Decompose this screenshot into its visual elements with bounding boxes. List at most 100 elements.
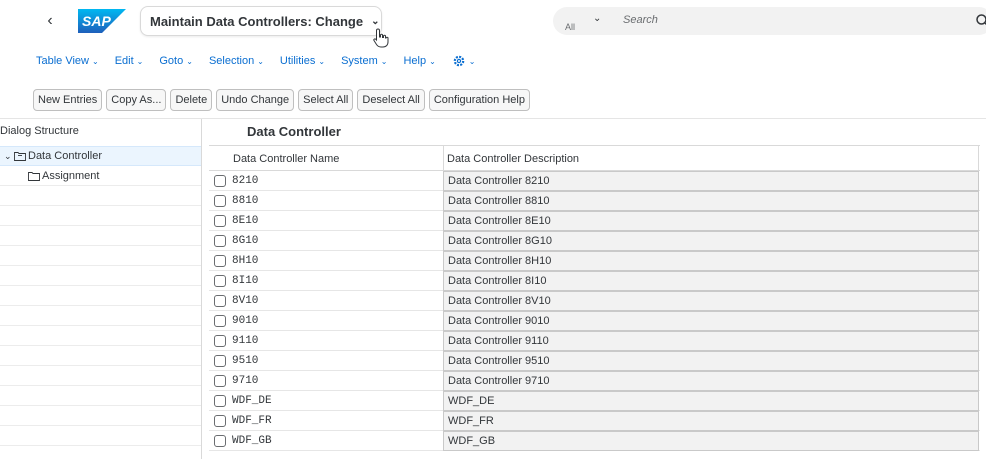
controller-description-input[interactable]: Data Controller 9510 — [443, 351, 979, 371]
row-select-checkbox[interactable] — [214, 375, 226, 387]
row-select-checkbox[interactable] — [214, 195, 226, 207]
tree-node-data-controller[interactable]: ⌄ Data Controller — [0, 146, 201, 166]
new-entries-button[interactable]: New Entries — [33, 89, 103, 111]
menu-utilities[interactable]: Utilities ⌄ — [280, 55, 325, 67]
table-row[interactable]: 9710 Data Controller 9710 — [209, 371, 980, 391]
controller-name: 8810 — [232, 195, 259, 207]
row-select-checkbox[interactable] — [214, 175, 226, 187]
search-icon[interactable] — [975, 13, 986, 29]
row-select-checkbox[interactable] — [214, 315, 226, 327]
empty-row — [0, 306, 201, 326]
empty-row — [0, 226, 201, 246]
table-row[interactable]: 8G10 Data Controller 8G10 — [209, 231, 980, 251]
search-field[interactable]: All ⌄ Search — [553, 7, 986, 35]
table-row[interactable]: 9110 Data Controller 9110 — [209, 331, 980, 351]
table-row[interactable]: 8210 Data Controller 8210 — [209, 171, 980, 191]
controller-description-input[interactable]: WDF_DE — [443, 391, 979, 411]
table-row[interactable]: WDF_GB WDF_GB — [209, 431, 980, 451]
controller-description-input[interactable]: Data Controller 8V10 — [443, 291, 979, 311]
copy-as-button[interactable]: Copy As... — [106, 89, 167, 111]
controller-description-input[interactable]: Data Controller 9710 — [443, 371, 979, 391]
empty-row — [0, 206, 201, 226]
select-all-button[interactable]: Select All — [298, 89, 354, 111]
controller-name: 8E10 — [232, 215, 259, 227]
controller-name: 9510 — [232, 355, 259, 367]
chevron-down-icon: ⌄ — [257, 56, 264, 66]
column-header-name[interactable]: Data Controller Name — [233, 153, 339, 165]
tree-node-assignment[interactable]: Assignment — [0, 166, 201, 186]
row-select-checkbox[interactable] — [214, 395, 226, 407]
row-select-checkbox[interactable] — [214, 415, 226, 427]
deselect-all-button[interactable]: Deselect All — [357, 89, 425, 111]
empty-row — [0, 266, 201, 286]
hand-cursor-icon — [373, 28, 389, 48]
row-select-checkbox[interactable] — [214, 295, 226, 307]
controller-name: WDF_DE — [232, 395, 272, 407]
controller-description-input[interactable]: Data Controller 8810 — [443, 191, 979, 211]
table-row[interactable]: 8E10 Data Controller 8E10 — [209, 211, 980, 231]
shell-bar: ‹ SAP Maintain Data Controllers: Change … — [0, 0, 986, 48]
row-select-checkbox[interactable] — [214, 275, 226, 287]
controller-description-input[interactable]: WDF_GB — [443, 431, 979, 451]
menu-bar: Table View ⌄ Edit ⌄ Goto ⌄ Selection ⌄ Utili… — [28, 50, 483, 72]
tree-node-label: Data Controller — [28, 150, 102, 162]
controller-name: 8G10 — [232, 235, 259, 247]
sap-logo[interactable]: SAP — [78, 9, 126, 33]
controller-description-input[interactable]: Data Controller 9010 — [443, 311, 979, 331]
row-select-checkbox[interactable] — [214, 435, 226, 447]
table-row[interactable]: 8I10 Data Controller 8I10 — [209, 271, 980, 291]
row-select-checkbox[interactable] — [214, 235, 226, 247]
table-row[interactable]: 8V10 Data Controller 8V10 — [209, 291, 980, 311]
menu-system[interactable]: System ⌄ — [341, 55, 387, 67]
table-row[interactable]: WDF_DE WDF_DE — [209, 391, 980, 411]
empty-row — [0, 346, 201, 366]
chevron-down-icon: ⌄ — [429, 56, 436, 66]
table-row[interactable]: WDF_FR WDF_FR — [209, 411, 980, 431]
tree-node-label: Assignment — [42, 169, 100, 182]
menu-table-view[interactable]: Table View ⌄ — [36, 55, 99, 67]
chevron-down-icon: ⌄ — [318, 56, 326, 66]
controller-name: 8I10 — [232, 275, 259, 287]
menu-selection[interactable]: Selection ⌄ — [209, 55, 264, 67]
toolbar: New Entries Copy As... Delete Undo Chang… — [33, 89, 530, 111]
row-select-checkbox[interactable] — [214, 255, 226, 267]
search-scope[interactable]: All — [565, 22, 575, 32]
search-placeholder[interactable]: Search — [623, 14, 658, 26]
chevron-down-icon[interactable]: ⌄ — [593, 13, 601, 24]
row-select-checkbox[interactable] — [214, 355, 226, 367]
delete-button[interactable]: Delete — [170, 89, 213, 111]
controller-description-input[interactable]: Data Controller 8210 — [443, 171, 979, 191]
chevron-down-icon: ⌄ — [380, 56, 388, 66]
row-select-checkbox[interactable] — [214, 215, 226, 227]
menu-goto[interactable]: Goto ⌄ — [159, 55, 193, 67]
controller-description-input[interactable]: Data Controller 8G10 — [443, 231, 979, 251]
column-header-description[interactable]: Data Controller Description — [447, 153, 579, 165]
controller-name: 9710 — [232, 375, 259, 387]
controller-description-input[interactable]: WDF_FR — [443, 411, 979, 431]
controller-description-input[interactable]: Data Controller 8I10 — [443, 271, 979, 291]
app-title-menu[interactable]: Maintain Data Controllers: Change ⌄ — [140, 6, 382, 36]
empty-row — [0, 366, 201, 386]
row-select-checkbox[interactable] — [214, 335, 226, 347]
table-row[interactable]: 8810 Data Controller 8810 — [209, 191, 980, 211]
controller-name: 9110 — [232, 335, 259, 347]
controller-name: 8210 — [232, 175, 259, 187]
back-button[interactable]: ‹ — [42, 11, 58, 31]
controller-name: WDF_GB — [232, 435, 272, 447]
menu-settings[interactable]: ⌄ — [452, 54, 475, 68]
empty-row — [0, 246, 201, 266]
controller-description-input[interactable]: Data Controller 8H10 — [443, 251, 979, 271]
menu-edit[interactable]: Edit ⌄ — [115, 55, 144, 67]
table-row[interactable]: 9010 Data Controller 9010 — [209, 311, 980, 331]
menu-help[interactable]: Help ⌄ — [403, 55, 435, 67]
undo-change-button[interactable]: Undo Change — [216, 89, 295, 111]
configuration-help-button[interactable]: Configuration Help — [428, 89, 530, 111]
chevron-down-icon[interactable]: ⌄ — [4, 151, 14, 162]
table-row[interactable]: 8H10 Data Controller 8H10 — [209, 251, 980, 271]
column-divider[interactable] — [443, 146, 444, 172]
table-row[interactable]: 9510 Data Controller 9510 — [209, 351, 980, 371]
controller-description-input[interactable]: Data Controller 9110 — [443, 331, 979, 351]
chevron-down-icon: ⌄ — [92, 56, 99, 66]
controller-description-input[interactable]: Data Controller 8E10 — [443, 211, 979, 231]
controller-name: 8H10 — [232, 255, 259, 267]
